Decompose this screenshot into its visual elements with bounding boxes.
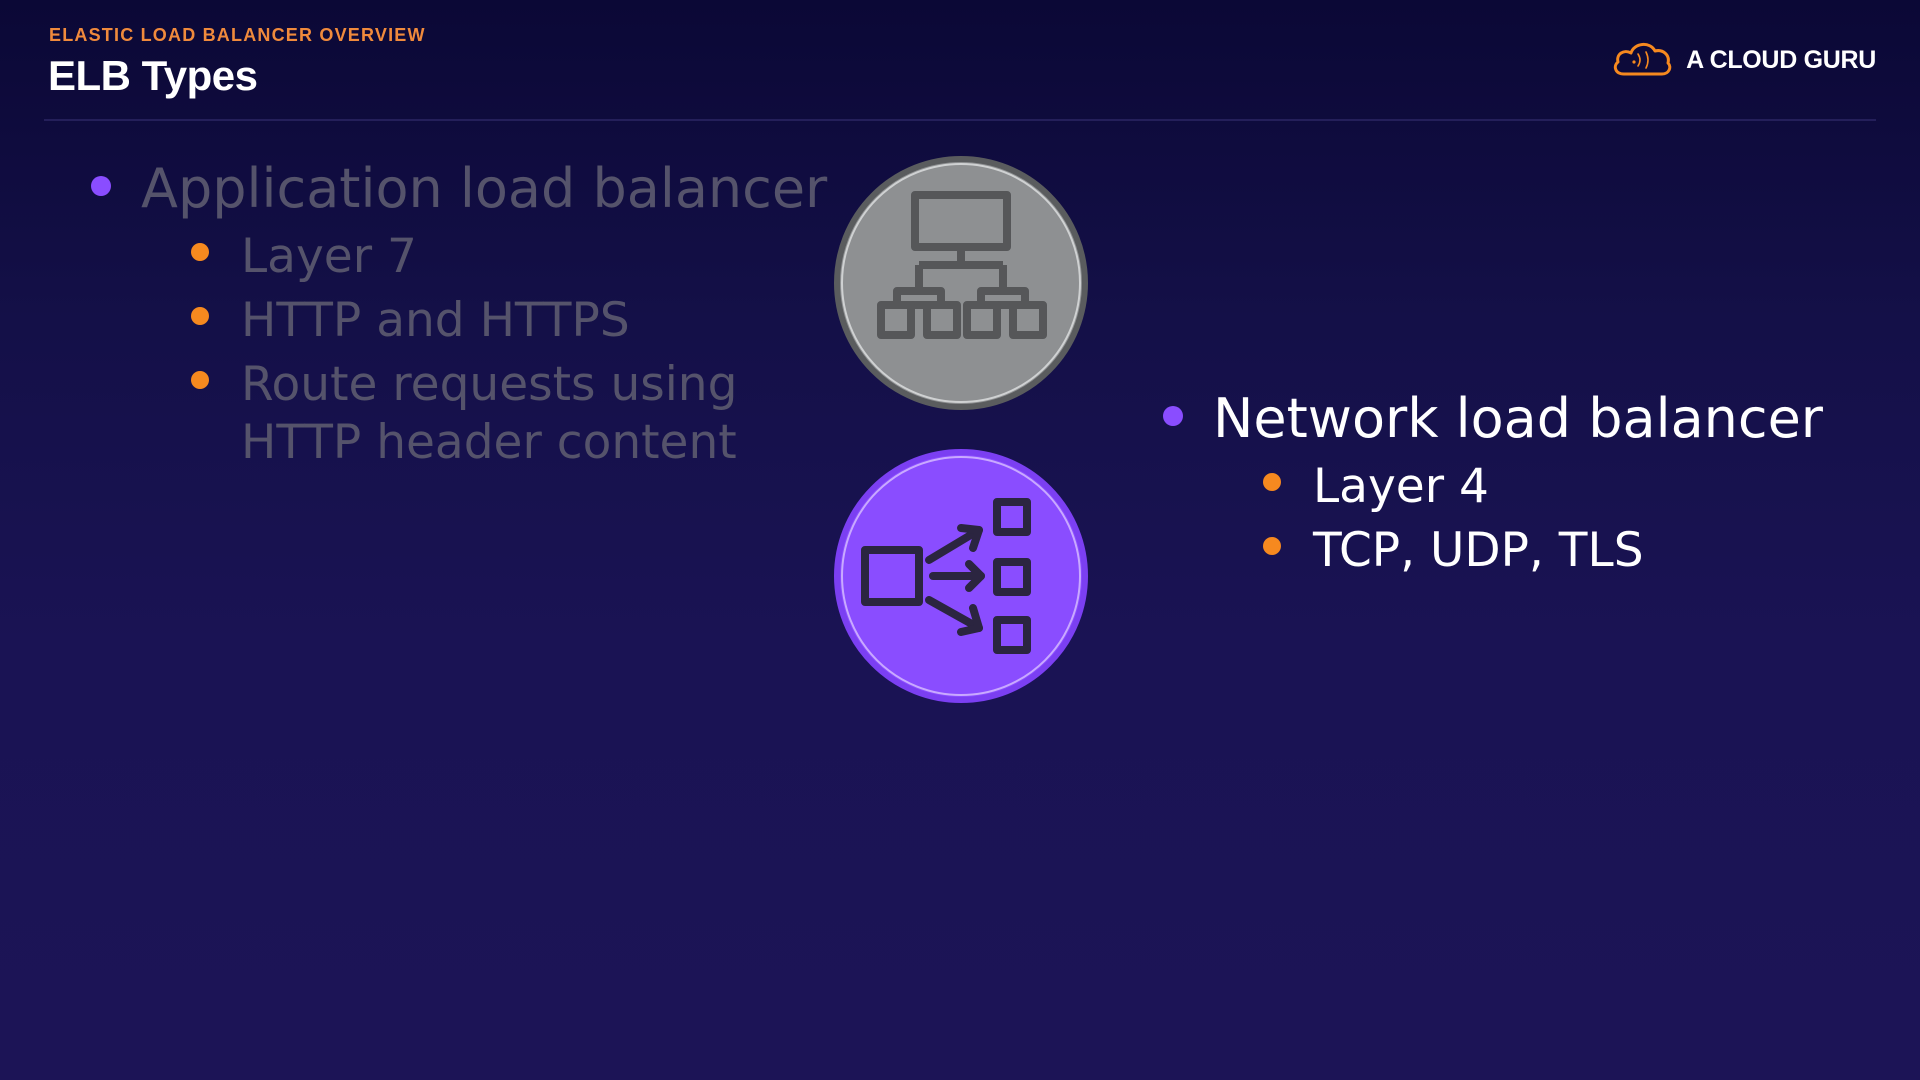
application-load-balancer-icon — [833, 155, 1089, 415]
header-divider — [44, 119, 1876, 121]
list-item: HTTP and HTTPS — [191, 292, 827, 350]
list-item: Layer 4 — [1263, 458, 1823, 516]
application-load-balancer-list: Application load balancer Layer 7 HTTP a… — [91, 156, 827, 472]
network-load-balancer-icon — [833, 448, 1089, 708]
cloud-logo-icon — [1610, 38, 1674, 82]
network-load-balancer-list: Network load balancer Layer 4 TCP, UDP, … — [1163, 386, 1823, 580]
list-item: TCP, UDP, TLS — [1263, 522, 1823, 580]
application-load-balancer-item: Application load balancer Layer 7 HTTP a… — [91, 156, 827, 472]
brand-name: A CLOUD GURU — [1686, 45, 1876, 74]
application-load-balancer-heading: Application load balancer — [141, 157, 828, 220]
network-load-balancer-heading: Network load balancer — [1213, 387, 1824, 450]
page-title: ELB Types — [48, 52, 258, 99]
list-item: Layer 7 — [191, 228, 827, 286]
brand-logo: A CLOUD GURU — [1610, 38, 1876, 82]
section-kicker: ELASTIC LOAD BALANCER OVERVIEW — [49, 25, 426, 45]
list-item: Route requests using HTTP header content — [191, 356, 761, 472]
network-load-balancer-item: Network load balancer Layer 4 TCP, UDP, … — [1163, 386, 1823, 580]
